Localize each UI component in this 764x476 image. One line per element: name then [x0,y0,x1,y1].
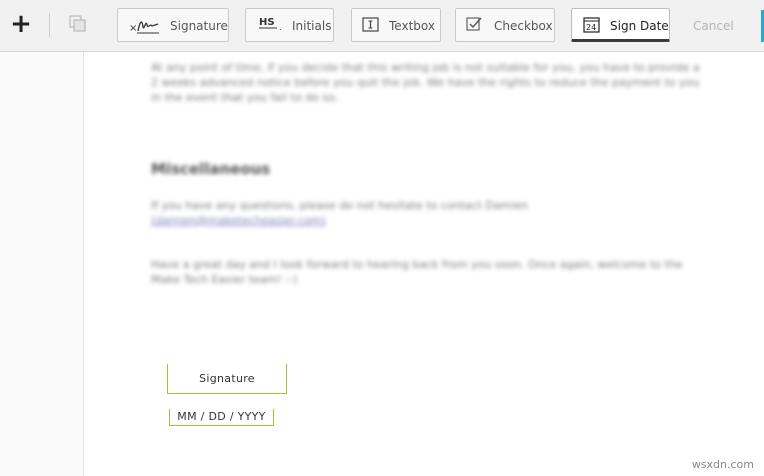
textbox-tool-label: Textbox [389,19,435,33]
toolbar-divider [49,13,50,37]
initials-icon: HS . [258,15,286,38]
signature-icon: × [128,15,162,38]
initials-tool-label: Initials [292,19,332,33]
signature-tool-label: Signature [170,19,228,33]
checkbox-tool-label: Checkbox [494,19,553,33]
initials-tool-button[interactable]: HS . Initials [245,8,334,42]
document-heading: Miscellaneous [151,160,271,178]
calendar-icon: 24 [583,16,601,37]
document-paragraph: At any point of time, if you decide that… [151,61,700,104]
textbox-tool-button[interactable]: Textbox [351,8,441,42]
checkbox-tool-button[interactable]: Checkbox [455,8,555,42]
copy-icon[interactable] [67,13,89,35]
document-paragraph: Have a great day and I look forward to h… [151,258,683,286]
svg-text:HS: HS [259,17,275,28]
cancel-button[interactable]: Cancel [693,19,734,33]
signature-field[interactable]: Signature [167,364,287,394]
svg-text:.: . [279,23,282,32]
left-sidebar [0,52,84,476]
checkbox-icon [466,16,484,35]
watermark: wsxdn.com [691,458,754,471]
signature-tool-button[interactable]: × Signature [117,8,229,42]
paragraph-text: If you have any questions, please do not… [151,199,529,212]
contact-email-link[interactable]: (damien@maketecheasier.com) [151,214,326,227]
textbox-icon [362,17,380,36]
sign-date-tool-label: Sign Date [610,19,669,33]
sign-date-field[interactable]: MM / DD / YYYY [169,409,274,426]
document-page: At any point of time, if you decide that… [85,52,764,476]
svg-text:24: 24 [586,23,596,32]
toolbar: + × Signature HS . Initials Textbox Chec… [0,0,764,52]
plus-icon[interactable]: + [8,10,34,38]
sign-date-tool-button[interactable]: 24 Sign Date [571,8,670,42]
document-paragraph: If you have any questions, please do not… [151,198,701,228]
svg-text:×: × [129,23,137,34]
